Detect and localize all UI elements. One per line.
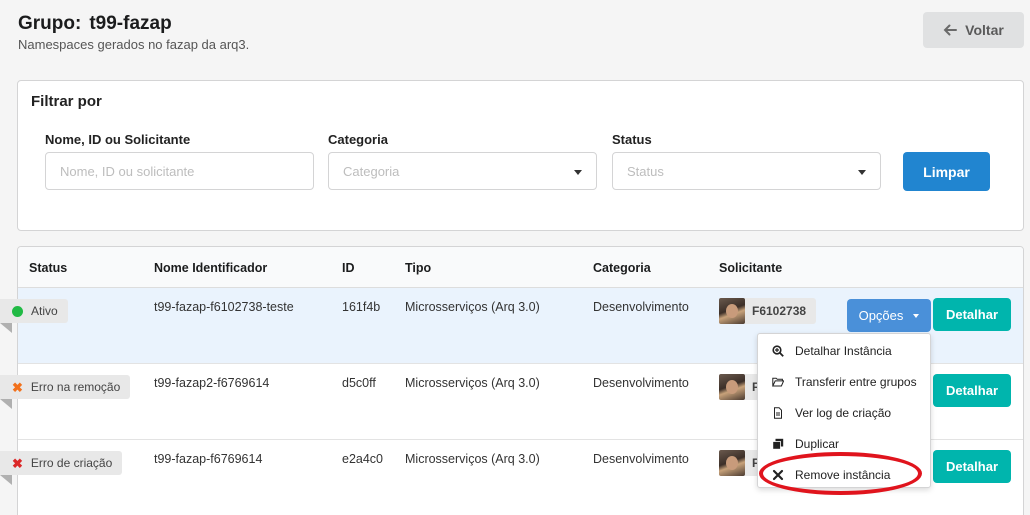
ribbon-fold: [0, 475, 12, 485]
filter-panel: Filtrar por Nome, ID ou Solicitante Nome…: [17, 80, 1024, 231]
page-title-label: Grupo:: [18, 13, 82, 34]
close-icon: ✖: [12, 379, 23, 395]
requester-label: F6102738: [719, 298, 817, 324]
menu-item-transfer-groups[interactable]: Transferir entre grupos: [758, 366, 930, 397]
ribbon-fold: [0, 399, 12, 409]
name-filter-input[interactable]: Nome, ID ou solicitante: [45, 152, 314, 190]
row-name: t99-fazap2-f6769614: [154, 376, 270, 390]
clear-button[interactable]: Limpar: [903, 152, 990, 191]
column-header-type: Tipo: [405, 261, 432, 275]
back-button-label: Voltar: [965, 22, 1004, 38]
status-badge-creation-error: ✖ Erro de criação: [0, 451, 123, 485]
row-id: e2a4c0: [342, 452, 384, 466]
category-select-placeholder: Categoria: [343, 163, 400, 179]
column-header-status: Status: [29, 261, 68, 275]
row-category: Desenvolvimento: [593, 452, 689, 466]
ribbon-fold: [0, 323, 12, 333]
requester-id: F6102738: [752, 304, 807, 318]
avatar: [719, 450, 745, 476]
table-header: Status Nome Identificador ID Tipo Catego…: [18, 247, 1023, 288]
menu-item-view-log[interactable]: Ver log de criação: [758, 397, 930, 428]
column-header-name: Nome Identificador: [154, 261, 268, 275]
page-title-value: t99-fazap: [89, 13, 172, 34]
arrow-left-icon: [943, 24, 958, 36]
row-name: t99-fazap-f6102738-teste: [154, 300, 294, 314]
name-filter-placeholder: Nome, ID ou solicitante: [60, 163, 195, 179]
back-button[interactable]: Voltar: [923, 12, 1024, 48]
category-filter-label: Categoria: [328, 132, 388, 147]
options-label: Opções: [858, 308, 904, 323]
chevron-down-icon: [858, 170, 866, 175]
menu-item-label: Duplicar: [795, 436, 840, 451]
menu-item-label: Detalhar Instância: [795, 343, 892, 358]
chevron-down-icon: [913, 313, 920, 318]
highlight-annotation: [759, 452, 922, 495]
row-id: 161f4b: [342, 300, 381, 314]
column-header-requester: Solicitante: [719, 261, 783, 275]
status-badge-active: Ativo: [0, 299, 68, 333]
row-name: t99-fazap-f6769614: [154, 452, 263, 466]
row-type: Microsserviços (Arq 3.0): [405, 300, 540, 314]
column-header-id: ID: [342, 261, 355, 275]
status-label: Erro na remoção: [30, 380, 121, 394]
avatar: [719, 298, 745, 324]
zoom-in-icon: [772, 344, 784, 357]
status-label: Ativo: [31, 304, 58, 318]
detail-button[interactable]: Detalhar: [933, 298, 1011, 331]
row-id: d5c0ff: [342, 376, 376, 390]
column-header-category: Categoria: [593, 261, 651, 275]
close-icon: ✖: [12, 455, 23, 471]
options-dropdown-button[interactable]: Opções: [847, 299, 931, 332]
page-subtitle: Namespaces gerados no fazap da arq3.: [18, 37, 250, 52]
menu-item-label: Transferir entre grupos: [795, 374, 917, 389]
detail-button[interactable]: Detalhar: [933, 450, 1011, 483]
chevron-down-icon: [574, 170, 582, 175]
name-filter-label: Nome, ID ou Solicitante: [45, 132, 191, 147]
file-icon: [774, 406, 782, 419]
menu-item-detail-instance[interactable]: Detalhar Instância: [758, 335, 930, 366]
filter-title: Filtrar por: [31, 93, 102, 110]
status-filter-label: Status: [612, 132, 652, 147]
row-type: Microsserviços (Arq 3.0): [405, 376, 540, 390]
avatar: [719, 374, 745, 400]
category-select[interactable]: Categoria: [328, 152, 597, 190]
page-title: Grupo: t99-fazap: [18, 13, 172, 35]
detail-button[interactable]: Detalhar: [933, 374, 1011, 407]
status-dot-icon: [12, 305, 23, 317]
row-type: Microsserviços (Arq 3.0): [405, 452, 540, 466]
copy-icon: [772, 438, 784, 450]
status-label: Erro de criação: [30, 456, 113, 470]
folder-open-icon: [772, 377, 784, 386]
status-select-placeholder: Status: [627, 163, 664, 179]
status-badge-removal-error: ✖ Erro na remoção: [0, 375, 131, 409]
menu-item-label: Ver log de criação: [795, 405, 892, 420]
row-category: Desenvolvimento: [593, 376, 689, 390]
row-category: Desenvolvimento: [593, 300, 689, 314]
status-select[interactable]: Status: [612, 152, 881, 190]
